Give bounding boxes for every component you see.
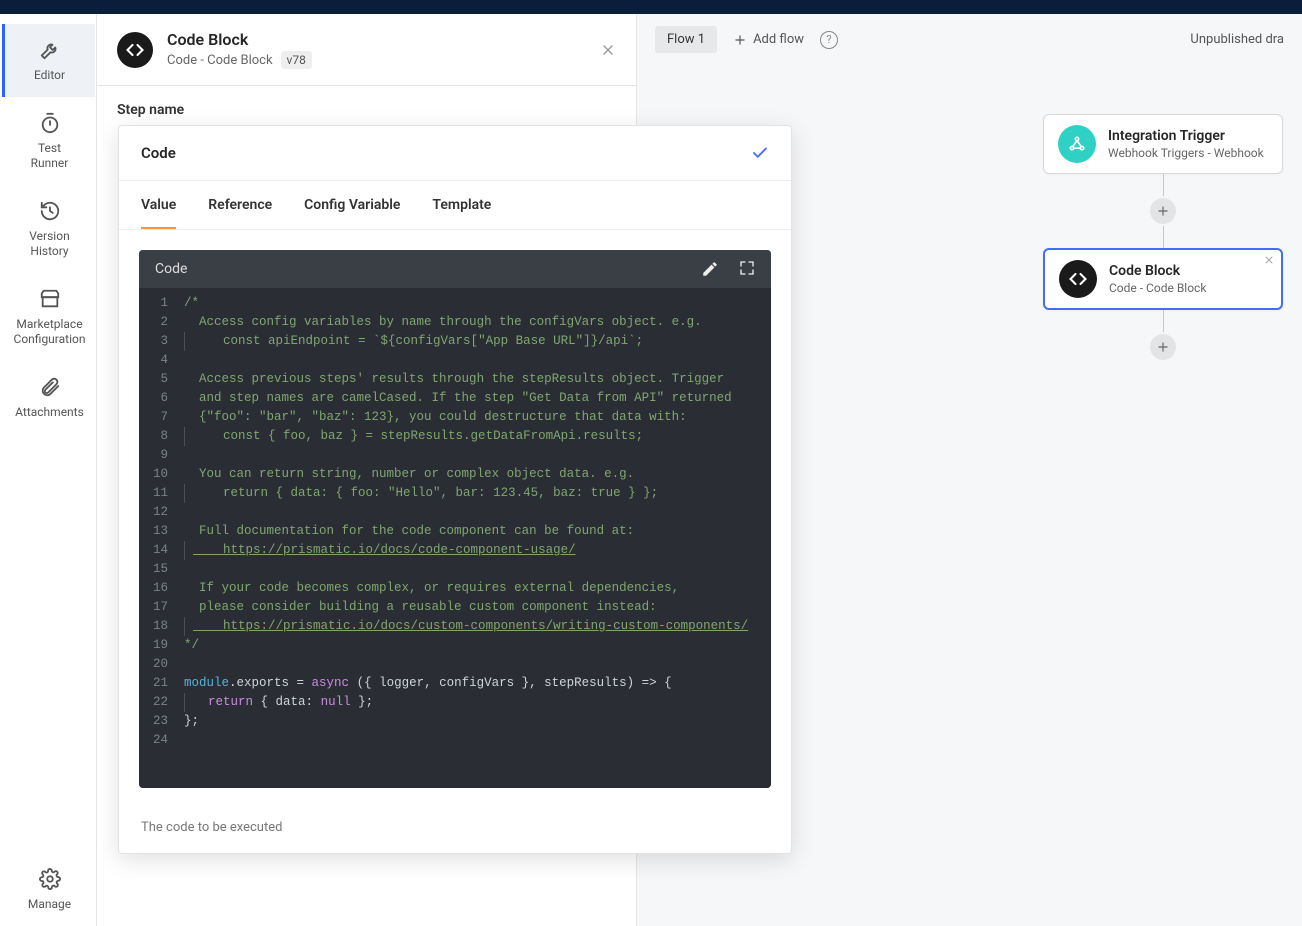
- gear-icon: [38, 867, 62, 891]
- add-flow-button[interactable]: Add flow: [733, 32, 804, 47]
- fullscreen-icon[interactable]: [739, 260, 755, 278]
- step-header: Code Block Code - Code Block v78: [97, 14, 636, 86]
- sidebar-item-version-history[interactable]: Version History: [3, 185, 96, 273]
- drawer-header: Code: [119, 126, 791, 181]
- sidebar-item-label: Manage: [28, 897, 71, 912]
- step-subtitle: Code - Code Block: [167, 53, 273, 68]
- connector-line: [1163, 174, 1164, 196]
- add-step-button[interactable]: [1150, 198, 1176, 224]
- step-name-label: Step name: [97, 86, 636, 118]
- webhook-icon: [1058, 125, 1096, 163]
- app-topbar: [0, 0, 1302, 14]
- wrench-icon: [38, 38, 62, 62]
- connector-line: [1163, 226, 1164, 248]
- add-flow-label: Add flow: [753, 32, 804, 47]
- flow-tab[interactable]: Flow 1: [655, 26, 717, 53]
- drawer-title: Code: [141, 144, 176, 162]
- node-title: Code Block: [1109, 263, 1206, 279]
- paperclip-icon: [38, 375, 62, 399]
- code-content[interactable]: /* Access config variables by name throu…: [178, 288, 771, 788]
- sidebar-item-label: Test Runner: [31, 141, 69, 171]
- confirm-button[interactable]: [751, 144, 769, 162]
- tab-value[interactable]: Value: [141, 181, 176, 229]
- input-help-text: The code to be executed: [119, 808, 791, 853]
- sidebar-item-marketplace[interactable]: Marketplace Configuration: [3, 273, 96, 361]
- line-gutter: 1 2 3 4 5 6 7 8 9 10 11 12 13 14 15 16 1…: [139, 288, 178, 788]
- tab-template[interactable]: Template: [432, 181, 491, 229]
- editor-label: Code: [155, 261, 187, 277]
- storefront-icon: [38, 287, 62, 311]
- version-badge: v78: [281, 51, 312, 69]
- tab-config-variable[interactable]: Config Variable: [304, 181, 400, 229]
- node-close-button[interactable]: [1263, 254, 1275, 266]
- code-input-drawer: Code Value Reference Config Variable Tem…: [118, 125, 792, 854]
- editor-toolbar: Code: [139, 250, 771, 288]
- code-body[interactable]: 1 2 3 4 5 6 7 8 9 10 11 12 13 14 15 16 1…: [139, 288, 771, 788]
- step-title: Code Block: [167, 30, 312, 49]
- node-subtitle: Webhook Triggers - Webhook: [1108, 146, 1264, 160]
- edit-icon[interactable]: [701, 260, 719, 278]
- sidebar-item-label: Version History: [29, 229, 69, 259]
- code-icon: [1059, 260, 1097, 298]
- help-icon[interactable]: ?: [820, 31, 838, 49]
- sidebar-item-test-runner[interactable]: Test Runner: [3, 97, 96, 185]
- node-code-block[interactable]: Code Block Code - Code Block: [1043, 248, 1283, 310]
- node-subtitle: Code - Code Block: [1109, 281, 1206, 295]
- sidebar-item-label: Marketplace Configuration: [14, 317, 86, 347]
- sidebar: Editor Test Runner Version History Marke…: [0, 14, 97, 926]
- stopwatch-icon: [38, 111, 62, 135]
- sidebar-item-attachments[interactable]: Attachments: [3, 361, 96, 434]
- add-step-button[interactable]: [1150, 334, 1176, 360]
- code-editor[interactable]: Code 1 2 3 4 5 6 7 8 9 10 11 12 13 14 15…: [139, 250, 771, 788]
- sidebar-item-manage[interactable]: Manage: [3, 853, 96, 926]
- history-icon: [38, 199, 62, 223]
- canvas-toolbar: Flow 1 Add flow ? Unpublished dra: [637, 26, 1302, 63]
- sidebar-item-editor[interactable]: Editor: [2, 24, 95, 97]
- drawer-tabs: Value Reference Config Variable Template: [119, 181, 791, 230]
- connector-line: [1163, 310, 1164, 332]
- sidebar-item-label: Attachments: [15, 405, 84, 420]
- sidebar-item-label: Editor: [34, 68, 65, 83]
- tab-reference[interactable]: Reference: [208, 181, 272, 229]
- publish-status: Unpublished dra: [1190, 32, 1284, 47]
- flow-nodes: Integration Trigger Webhook Triggers - W…: [1038, 114, 1288, 362]
- node-trigger[interactable]: Integration Trigger Webhook Triggers - W…: [1043, 114, 1283, 174]
- close-panel-button[interactable]: [600, 42, 616, 58]
- code-icon: [117, 32, 153, 68]
- node-title: Integration Trigger: [1108, 128, 1264, 144]
